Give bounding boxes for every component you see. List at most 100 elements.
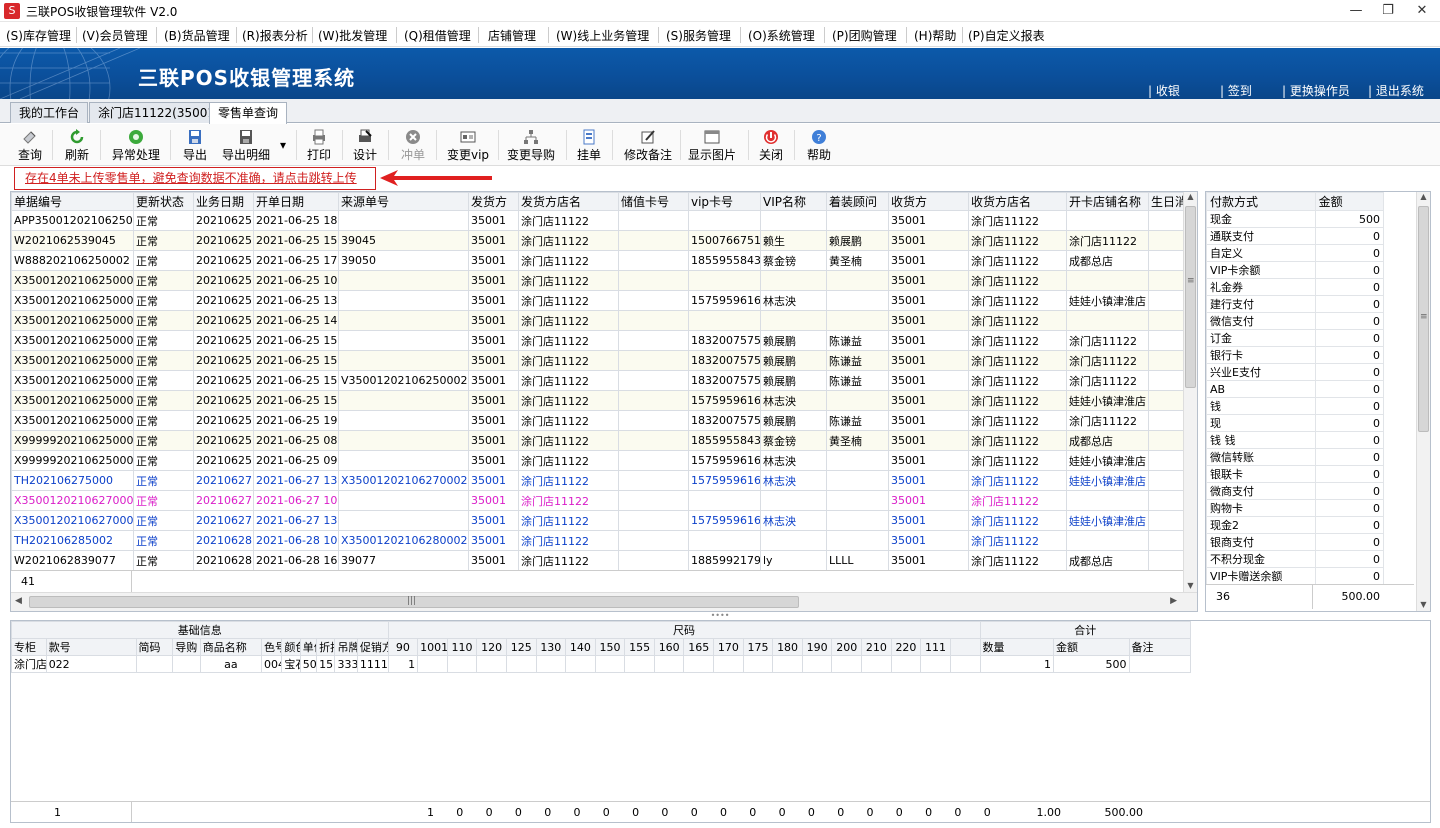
payment-row[interactable]: 现金2 0 — [1206, 516, 1385, 534]
detail-column-header[interactable]: 110 — [446, 638, 478, 656]
change-guide-button[interactable]: 变更导购 — [504, 127, 558, 165]
payment-row[interactable]: 订金 0 — [1206, 329, 1385, 347]
sign-in-link[interactable]: | 签到 — [1220, 82, 1252, 99]
column-header[interactable]: 发货方店名 — [518, 192, 619, 211]
payment-row[interactable]: 自定义 0 — [1206, 244, 1385, 262]
grid-vertical-scrollbar[interactable]: ▲ ≡ ▼ — [1183, 192, 1197, 592]
detail-row[interactable]: 涂门店022aa004宝石50015.033311111111500 — [11, 655, 1192, 673]
payment-row[interactable]: 兴业E支付 0 — [1206, 363, 1385, 381]
column-header[interactable]: 收货方店名 — [968, 192, 1067, 211]
column-header[interactable]: 开卡店铺名称 — [1066, 192, 1149, 211]
detail-column-header[interactable]: 商品名称 — [199, 638, 263, 656]
payment-row[interactable]: 钱 钱0 — [1206, 431, 1385, 449]
menu-goods[interactable]: (B)货品管理 — [164, 27, 230, 44]
payment-row[interactable]: 银联卡 0 — [1206, 465, 1385, 483]
minimize-icon[interactable]: — — [1342, 2, 1370, 20]
detail-column-header[interactable]: 111 — [920, 638, 951, 656]
payment-row[interactable]: AB 0 — [1206, 380, 1385, 398]
tab-workbench[interactable]: 我的工作台 — [10, 102, 89, 123]
table-row[interactable]: X99999202106250001 正常 20210625 2021-06-25 0… — [11, 430, 1184, 451]
payment-row[interactable]: VIP卡赠送余额 0 — [1206, 567, 1385, 585]
menu-rental[interactable]: (Q)租借管理 — [404, 27, 471, 44]
refresh-button[interactable]: 刷新 — [60, 127, 94, 165]
table-row[interactable]: X35001202106250007 正常 20210625 2021-06-25 1… — [11, 390, 1184, 411]
menu-report[interactable]: (R)报表分析 — [242, 27, 308, 44]
detail-column-header[interactable]: 折扣 — [316, 638, 336, 656]
detail-column-header[interactable]: 130 — [535, 638, 567, 656]
detail-column-header[interactable]: 120 — [476, 638, 507, 656]
column-header[interactable]: 着装顾问 — [826, 192, 889, 211]
detail-column-header[interactable]: 简码 — [135, 638, 174, 656]
column-header[interactable]: VIP名称 — [760, 192, 827, 211]
payment-row[interactable]: 不积分现金 0 — [1206, 550, 1385, 568]
column-header[interactable]: 开单日期 — [253, 192, 339, 211]
payment-row[interactable]: 现金 500 — [1206, 210, 1385, 228]
detail-column-header[interactable]: 150 — [594, 638, 626, 656]
query-button[interactable]: 查询 — [14, 127, 46, 165]
payment-row[interactable]: 银商支付 0 — [1206, 533, 1385, 551]
detail-column-header[interactable]: 颜色 — [281, 638, 301, 656]
table-row[interactable]: X35001202106250002 正常 20210625 2021-06-25 1… — [11, 290, 1184, 311]
payment-row[interactable]: 微信支付 0 — [1206, 312, 1385, 330]
table-row[interactable]: X35001202106250004 正常 20210625 2021-06-25 1… — [11, 330, 1184, 351]
detail-column-header[interactable]: 导购 — [172, 638, 201, 656]
table-row[interactable]: X35001202106250006 正常 20210625 2021-06-25 1… — [11, 370, 1184, 391]
detail-column-header[interactable]: 125 — [505, 638, 537, 656]
detail-column-header[interactable]: 155 — [624, 638, 655, 656]
edit-note-button[interactable]: 修改备注 — [620, 127, 676, 165]
menu-wholesale[interactable]: (W)批发管理 — [318, 27, 387, 44]
column-header[interactable]: 更新状态 — [133, 192, 194, 211]
detail-column-header[interactable]: 吊牌价 — [334, 638, 358, 656]
menu-custom-report[interactable]: (P)自定义报表 — [968, 27, 1045, 44]
detail-column-header[interactable]: 数量 — [979, 638, 1055, 656]
detail-column-header[interactable]: 单价 — [299, 638, 318, 656]
detail-column-header[interactable]: 专柜 — [11, 638, 47, 656]
detail-column-header[interactable]: 1001 — [417, 638, 448, 656]
table-row[interactable]: X35001202106250003 正常 20210625 2021-06-25 1… — [11, 310, 1184, 331]
payment-row[interactable]: VIP卡余额 0 — [1206, 261, 1385, 279]
column-header[interactable]: 生日消 — [1148, 192, 1184, 211]
detail-column-header[interactable] — [949, 638, 981, 656]
detail-column-header[interactable]: 备注 — [1128, 638, 1192, 656]
grid-horizontal-scrollbar[interactable]: ◀ ||| ▶ — [11, 592, 1197, 611]
tab-retail-query[interactable]: 零售单查询 — [209, 102, 288, 124]
payment-row[interactable]: 建行支付 0 — [1206, 295, 1385, 313]
menu-member[interactable]: (V)会员管理 — [82, 27, 148, 44]
table-row[interactable]: W2021062539045 正常 20210625 2021-06-25 15: 39… — [11, 230, 1184, 251]
menu-group-buy[interactable]: (P)团购管理 — [832, 27, 897, 44]
table-row[interactable]: TH202106275000 正常 20210627 2021-06-27 13: X3… — [11, 470, 1184, 491]
detail-column-header[interactable]: 200 — [831, 638, 863, 656]
menu-store[interactable]: 店铺管理 — [488, 27, 536, 44]
detail-column-header[interactable]: 160 — [653, 638, 685, 656]
menu-service[interactable]: (S)服务管理 — [666, 27, 731, 44]
payment-vertical-scrollbar[interactable]: ▲ ≡ ▼ — [1416, 192, 1430, 611]
design-button[interactable]: 设计 — [348, 127, 382, 165]
export-detail-button[interactable]: 导出明细 — [218, 127, 274, 165]
exit-system-link[interactable]: | 退出系统 — [1368, 82, 1424, 99]
detail-column-header[interactable]: 210 — [861, 638, 892, 656]
checkout-link[interactable]: | 收银 — [1148, 82, 1180, 99]
menu-online[interactable]: (W)线上业务管理 — [556, 27, 649, 44]
export-button[interactable]: 导出 — [178, 127, 212, 165]
table-row[interactable]: X35001202106270002 正常 20210627 2021-06-27 1… — [11, 510, 1184, 531]
detail-column-header[interactable]: 175 — [742, 638, 774, 656]
column-header[interactable]: 单据编号 — [11, 192, 134, 211]
detail-column-header[interactable]: 金额 — [1053, 638, 1130, 656]
payment-row[interactable]: 钱0 — [1206, 397, 1385, 415]
payment-row[interactable]: 微信转账 0 — [1206, 448, 1385, 466]
restore-icon[interactable]: ❐ — [1374, 2, 1402, 20]
payment-row[interactable]: 微商支付 0 — [1206, 482, 1385, 500]
column-header[interactable]: 储值卡号 — [618, 192, 689, 211]
table-row[interactable]: W2021062839077 正常 20210628 2021-06-28 16: 39… — [11, 550, 1184, 571]
column-header[interactable]: vip卡号 — [688, 192, 761, 211]
column-header[interactable]: 发货方 — [468, 192, 519, 211]
exception-button[interactable]: 异常处理 — [108, 127, 164, 165]
detail-column-header[interactable]: 220 — [890, 638, 922, 656]
detail-column-header[interactable]: 170 — [713, 638, 744, 656]
close-window-icon[interactable]: ✕ — [1408, 2, 1436, 20]
payment-row[interactable]: 购物卡 0 — [1206, 499, 1385, 517]
table-row[interactable]: TH202106285002 正常 20210628 2021-06-28 10: X3… — [11, 530, 1184, 551]
change-vip-button[interactable]: 变更vip — [444, 127, 492, 165]
column-header[interactable]: 来源单号 — [338, 192, 469, 211]
detail-column-header[interactable]: 促销方 — [356, 638, 389, 656]
